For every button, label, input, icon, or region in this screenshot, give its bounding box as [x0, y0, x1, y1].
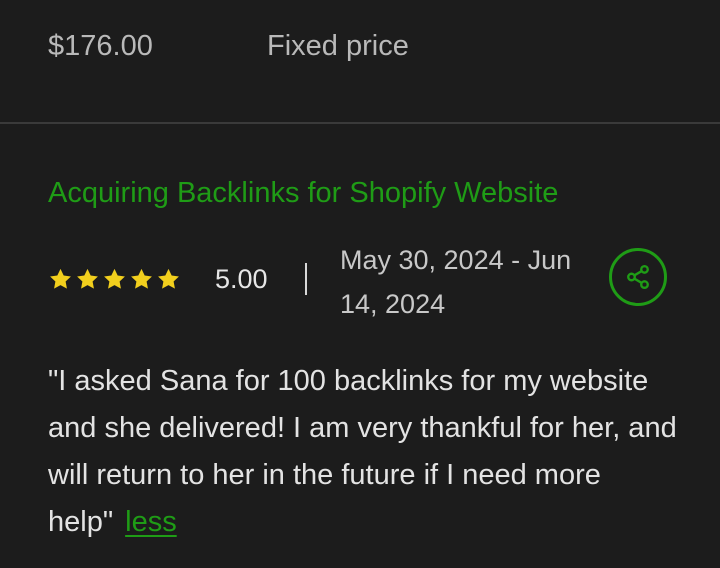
star-icon	[50, 268, 71, 289]
client-feedback: "I asked Sana for 100 backlinks for my w…	[48, 358, 688, 546]
rating-date-divider	[305, 263, 307, 295]
share-button[interactable]	[609, 248, 667, 306]
rating-row: 5.00	[48, 262, 268, 296]
star-icon	[131, 268, 152, 289]
rating-value: 5.00	[215, 263, 268, 294]
contract-price: $176.00	[48, 30, 153, 62]
star-icon	[77, 268, 98, 289]
job-title-link[interactable]: Acquiring Backlinks for Shopify Website	[48, 177, 558, 210]
star-icon	[104, 268, 125, 289]
star-rating	[48, 267, 181, 292]
share-icon	[627, 264, 649, 290]
less-link[interactable]: less	[125, 506, 177, 538]
contract-price-type: Fixed price	[267, 30, 409, 62]
contract-summary-row: $176.00 Fixed price	[0, 0, 720, 124]
star-icon	[158, 268, 179, 289]
job-date-range: May 30, 2024 - Jun 14, 2024	[340, 245, 572, 319]
